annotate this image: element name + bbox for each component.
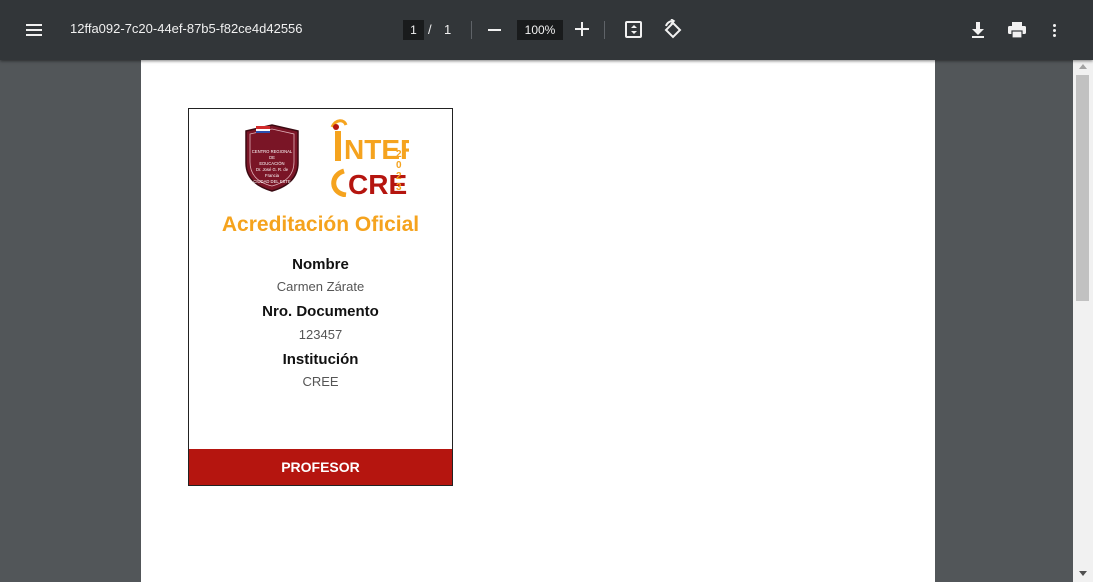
zoom-input[interactable]: 100% xyxy=(517,20,563,40)
menu-icon[interactable] xyxy=(22,20,46,40)
field-label-name: Nombre xyxy=(292,256,349,273)
zoom-in-icon[interactable] xyxy=(575,22,589,36)
field-value-institution: CREE xyxy=(302,374,339,389)
field-value-name: Carmen Zárate xyxy=(276,279,365,294)
seal-line: Dr. José G. R. de Francia xyxy=(255,167,289,178)
logo-year-digit: 0 xyxy=(396,160,402,171)
download-icon[interactable] xyxy=(969,20,987,40)
more-options-icon[interactable] xyxy=(1049,20,1059,40)
seal-line: CIUDAD DEL ESTE xyxy=(253,179,291,184)
accreditation-card: CENTRO REGIONAL DE EDUCACIÓN Dr. José G.… xyxy=(188,108,453,486)
seal-text: CENTRO REGIONAL DE EDUCACIÓN Dr. José G.… xyxy=(251,149,293,185)
fit-page-icon[interactable] xyxy=(625,21,642,38)
toolbar-divider xyxy=(604,21,605,39)
logo-year-digit: 3 xyxy=(396,182,402,193)
scroll-up-arrow-icon[interactable] xyxy=(1079,64,1087,69)
print-icon[interactable] xyxy=(1006,20,1028,40)
zoom-out-icon[interactable] xyxy=(488,29,501,31)
logo-year-digit: 2 xyxy=(396,149,402,160)
card-title: Acreditación Oficial xyxy=(221,213,420,236)
pdf-toolbar: 12ffa092-7c20-44ef-87b5-f82ce4d42556 1 /… xyxy=(0,0,1093,60)
rotate-icon[interactable] xyxy=(662,19,684,41)
page-number-input[interactable]: 1 xyxy=(403,20,424,40)
toolbar-divider xyxy=(471,21,472,39)
page-total: 1 xyxy=(444,22,452,37)
page-separator: / xyxy=(428,22,432,37)
field-label-document: Nro. Documento xyxy=(262,303,379,320)
field-label-institution: Institución xyxy=(282,351,359,368)
field-value-document: 123457 xyxy=(298,327,343,342)
pdf-page: CENTRO REGIONAL DE EDUCACIÓN Dr. José G.… xyxy=(141,60,935,582)
logo-year-digit: 2 xyxy=(396,171,402,182)
vertical-scrollbar[interactable] xyxy=(1073,60,1093,582)
scroll-down-arrow-icon[interactable] xyxy=(1079,571,1087,576)
document-title: 12ffa092-7c20-44ef-87b5-f82ce4d42556 xyxy=(70,21,303,36)
scrollbar-thumb[interactable] xyxy=(1076,75,1089,301)
role-label: PROFESOR xyxy=(281,459,360,475)
intercre-logo: NTER CRE 2 0 2 3 xyxy=(330,119,409,197)
